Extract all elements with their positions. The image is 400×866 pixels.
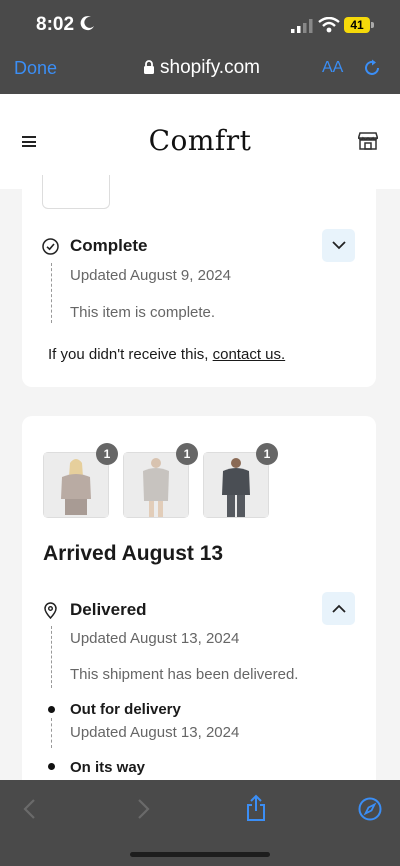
quantity-badge: 1	[176, 443, 198, 465]
moon-icon	[80, 16, 94, 31]
step-updated: Updated August 13, 2024	[70, 724, 240, 741]
expand-toggle-button[interactable]	[322, 229, 355, 262]
url-field[interactable]: shopify.com	[160, 57, 260, 79]
contact-us-link[interactable]: contact us.	[213, 346, 286, 363]
help-text: If you didn't receive this, contact us.	[48, 346, 285, 363]
timeline-bullet	[48, 763, 55, 770]
product-thumbnail[interactable]: 1	[43, 443, 118, 518]
location-pin-icon	[44, 601, 57, 619]
status-updated: Updated August 9, 2024	[70, 267, 231, 284]
collapse-toggle-button[interactable]	[322, 592, 355, 625]
product-image-hoodie-beige	[44, 453, 108, 517]
quantity-badge: 1	[96, 443, 118, 465]
chevron-down-icon	[331, 241, 346, 250]
status-time: 8:02	[36, 14, 75, 35]
product-image-hoodie-grey	[124, 453, 188, 517]
timeline-line	[51, 718, 52, 748]
share-icon[interactable]	[245, 794, 267, 822]
timeline-line	[51, 626, 52, 688]
compass-icon[interactable]	[358, 797, 382, 821]
signal-icon	[291, 19, 313, 33]
fulfillment-card-delivered: 1 1 1 Arrived August 13 Delivered Update…	[22, 416, 376, 796]
shipment-heading: Arrived August 13	[43, 542, 224, 565]
store-icon[interactable]	[358, 132, 378, 150]
lock-icon	[144, 60, 154, 74]
fulfillment-card-complete: Complete Updated August 9, 2024 This ite…	[22, 175, 376, 387]
product-thumbnail-partial	[42, 175, 110, 209]
status-title: Delivered	[70, 600, 147, 619]
reload-icon[interactable]	[362, 58, 382, 78]
status-updated: Updated August 13, 2024	[70, 630, 240, 647]
product-thumbnail[interactable]: 1	[123, 443, 198, 518]
step-title: Out for delivery	[70, 701, 181, 718]
status-note: This shipment has been delivered.	[70, 666, 299, 683]
step-title: On its way	[70, 759, 146, 776]
back-icon[interactable]	[22, 798, 36, 820]
chevron-up-icon	[331, 604, 346, 613]
status-row-complete: Complete	[42, 236, 147, 256]
quantity-badge: 1	[256, 443, 278, 465]
status-row-delivered: Delivered	[42, 600, 147, 620]
timeline-line	[51, 263, 52, 323]
wifi-icon	[318, 17, 340, 33]
product-thumbnail[interactable]: 1	[203, 443, 278, 518]
done-button[interactable]: Done	[14, 58, 57, 79]
forward-icon[interactable]	[137, 798, 151, 820]
browser-chrome-top: 8:02 41 Done shopify.com AA	[0, 0, 400, 94]
text-size-button[interactable]: AA	[322, 59, 343, 77]
check-circle-icon	[42, 237, 59, 255]
product-image-hoodie-charcoal	[204, 453, 268, 517]
help-prefix: If you didn't receive this,	[48, 346, 209, 363]
status-title: Complete	[70, 236, 148, 255]
timeline-bullet	[48, 706, 55, 713]
status-note: This item is complete.	[70, 304, 216, 321]
brand-logo[interactable]: Comfrt	[0, 124, 400, 157]
battery-tip	[371, 22, 374, 28]
home-indicator	[130, 852, 270, 857]
battery-indicator: 41	[344, 17, 370, 33]
